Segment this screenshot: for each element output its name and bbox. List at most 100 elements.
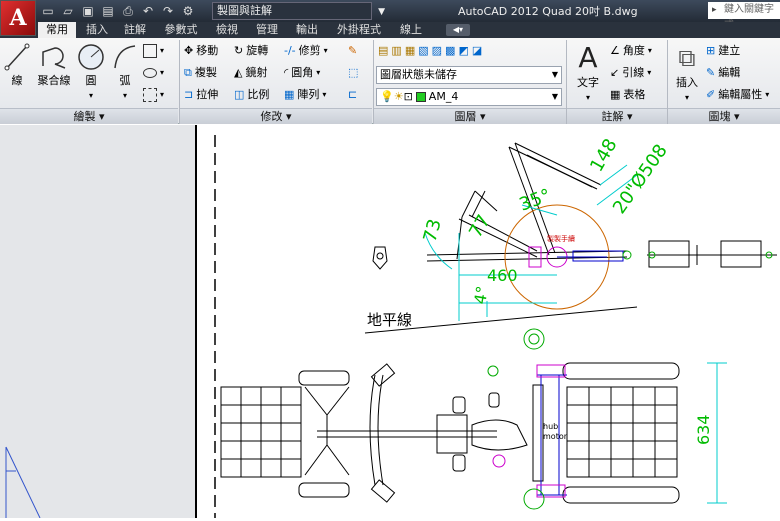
array-tool[interactable]: ▦ 陣列 ▾ bbox=[284, 86, 326, 104]
layer-icon[interactable]: ▧ bbox=[418, 42, 428, 60]
motor-label-line1: hub bbox=[543, 422, 558, 431]
arc-tool[interactable]: 弧 ▾ bbox=[110, 42, 140, 101]
layer-icon[interactable]: ▩ bbox=[445, 42, 455, 60]
lightbulb-icon: 💡 bbox=[380, 90, 394, 103]
tab-annotate[interactable]: 註解 bbox=[118, 22, 152, 38]
chevron-right-icon: ▸ bbox=[712, 5, 717, 15]
dimension-634: 634 bbox=[694, 414, 713, 445]
chevron-down-icon: ▼ bbox=[378, 7, 385, 17]
chevron-down-icon: ▾ bbox=[122, 91, 127, 100]
drawing-canvas[interactable]: 148 20"Ø508 35° 77 73 460 4° 634 製製手續 地平… bbox=[197, 125, 780, 518]
move-tool[interactable]: ✥ 移動 bbox=[184, 42, 218, 60]
ribbon: 線 聚合線 圓 ▾ 弧 ▾ ▾ ▾ ▾ 繪製 ▾ ✥ 移動 ↻ 旋轉 -/- 修剪 ▾ ⧉ 複… bbox=[0, 38, 780, 124]
lock-icon: ⊡ bbox=[403, 90, 413, 103]
tab-plugins[interactable]: 外掛程式 bbox=[330, 22, 388, 38]
edit-attributes-icon: ✐ bbox=[706, 88, 716, 101]
erase-tool[interactable]: ✎ bbox=[348, 42, 357, 60]
save-as-icon[interactable]: ▤ bbox=[100, 3, 116, 19]
circle-icon bbox=[78, 44, 104, 70]
rectangle-tool[interactable]: ▾ bbox=[143, 42, 164, 60]
dimension-angle-35: 35° bbox=[517, 185, 554, 216]
angle-dim-tool[interactable]: ∠ 角度 ▾ bbox=[610, 42, 652, 60]
layer-icon[interactable]: ◩ bbox=[458, 42, 468, 60]
hatch-tool[interactable]: ▾ bbox=[143, 86, 164, 104]
undo-icon[interactable]: ↶ bbox=[140, 3, 156, 19]
angle-dimension-icon: ∠ bbox=[610, 44, 620, 57]
leader-icon: ↙ bbox=[610, 66, 620, 79]
window-title: AutoCAD 2012 Quad 20吋 B.dwg bbox=[458, 5, 638, 18]
open-icon[interactable]: ▱ bbox=[60, 3, 76, 19]
search-input[interactable]: ▸ 鍵入關鍵字或 bbox=[708, 2, 780, 31]
mirror-tool[interactable]: ◭ 鏡射 bbox=[234, 64, 267, 82]
chevron-down-icon: ▼ bbox=[551, 92, 558, 101]
line-label: 線 bbox=[11, 74, 23, 87]
circle-label: 圓 bbox=[85, 74, 97, 87]
application-menu-button[interactable]: A bbox=[0, 0, 36, 36]
edit-block-icon: ✎ bbox=[706, 66, 716, 79]
horizon-label: 地平線 bbox=[367, 311, 412, 329]
trim-tool[interactable]: -/- 修剪 ▾ bbox=[284, 42, 328, 60]
create-block-tool[interactable]: ⊞ 建立 bbox=[706, 42, 740, 60]
layer-select[interactable]: 💡☀⊡ AM_4 ▼ bbox=[376, 88, 562, 106]
move-icon: ✥ bbox=[184, 44, 194, 57]
annotation-panel-footer[interactable]: 註解 ▾ bbox=[567, 108, 667, 124]
gear-icon[interactable]: ⚙ bbox=[180, 3, 196, 19]
print-icon[interactable]: ⎙ bbox=[120, 3, 136, 19]
stretch-tool[interactable]: ⊐ 拉伸 bbox=[184, 86, 218, 104]
app-logo-letter: A bbox=[9, 5, 27, 31]
stretch-icon: ⊐ bbox=[184, 88, 194, 101]
rectangle-icon bbox=[143, 44, 157, 58]
line-tool[interactable]: 線 bbox=[2, 42, 32, 88]
tab-online[interactable]: 線上 bbox=[394, 22, 428, 38]
explode-icon: ⬚ bbox=[348, 66, 359, 79]
save-icon[interactable]: ▣ bbox=[80, 3, 96, 19]
fillet-tool[interactable]: ◜ 圓角 ▾ bbox=[284, 64, 320, 82]
copy-icon: ⧉ bbox=[184, 66, 192, 79]
tab-home[interactable]: 常用 bbox=[38, 22, 76, 38]
redo-icon[interactable]: ↷ bbox=[160, 3, 176, 19]
layer-icon[interactable]: ◪ bbox=[472, 42, 482, 60]
circle-tool[interactable]: 圓 ▾ bbox=[74, 42, 108, 101]
ellipse-tool[interactable]: ▾ bbox=[143, 64, 164, 82]
copy-tool[interactable]: ⧉ 複製 bbox=[184, 64, 217, 82]
table-tool[interactable]: ▦ 表格 bbox=[610, 86, 645, 104]
rotate-icon: ↻ bbox=[234, 44, 244, 57]
edit-attributes-tool[interactable]: ✐ 編輯屬性 ▾ bbox=[706, 86, 769, 104]
table-icon: ▦ bbox=[610, 88, 621, 101]
modify-panel-footer[interactable]: 修改 ▾ bbox=[180, 108, 372, 124]
tab-output[interactable]: 輸出 bbox=[290, 22, 324, 38]
layers-panel-footer[interactable]: 圖層 ▾ bbox=[374, 108, 566, 124]
minimize-ribbon-icon[interactable]: ◀▾ bbox=[446, 24, 470, 36]
draw-panel-footer[interactable]: 繪製 ▾ bbox=[0, 108, 178, 124]
scale-tool[interactable]: ◫ 比例 bbox=[234, 86, 269, 104]
fillet-icon: ◜ bbox=[284, 66, 289, 79]
layer-icon[interactable]: ▨ bbox=[432, 42, 442, 60]
create-block-icon: ⊞ bbox=[706, 44, 716, 57]
scale-icon: ◫ bbox=[234, 88, 245, 101]
hatch-icon bbox=[143, 88, 157, 102]
dimension-angle-4: 4° bbox=[470, 284, 492, 305]
tab-view[interactable]: 檢視 bbox=[210, 22, 244, 38]
new-icon[interactable]: ▭ bbox=[40, 3, 56, 19]
text-tool[interactable]: A 文字 ▾ bbox=[570, 42, 606, 103]
layer-properties-icon[interactable]: ▤ bbox=[378, 42, 388, 60]
polyline-tool[interactable]: 聚合線 bbox=[34, 42, 74, 88]
insert-block-tool[interactable]: ⧉ 插入 ▾ bbox=[670, 42, 704, 103]
layer-icon[interactable]: ▥ bbox=[391, 42, 401, 60]
explode-tool[interactable]: ⬚ bbox=[348, 64, 358, 82]
tab-manage[interactable]: 管理 bbox=[250, 22, 284, 38]
workspace-selector[interactable]: 製圖與註解 ▼ bbox=[212, 2, 385, 20]
tab-insert[interactable]: 插入 bbox=[80, 22, 114, 38]
array-icon: ▦ bbox=[284, 88, 295, 101]
edit-block-tool[interactable]: ✎ 編輯 bbox=[706, 64, 740, 82]
layer-state-select[interactable]: 圖層狀態未儲存 ▼ bbox=[376, 66, 562, 84]
leader-tool[interactable]: ↙ 引線 ▾ bbox=[610, 64, 651, 82]
block-panel-footer[interactable]: 圖塊 ▾ bbox=[668, 108, 780, 124]
tab-parametric[interactable]: 參數式 bbox=[158, 22, 204, 38]
arc-label: 弧 bbox=[119, 74, 131, 87]
rotate-tool[interactable]: ↻ 旋轉 bbox=[234, 42, 268, 60]
offset-tool[interactable]: ⊏ bbox=[348, 86, 357, 104]
mirror-icon: ◭ bbox=[234, 66, 243, 79]
layer-icon[interactable]: ▦ bbox=[405, 42, 415, 60]
line-icon bbox=[4, 43, 30, 71]
